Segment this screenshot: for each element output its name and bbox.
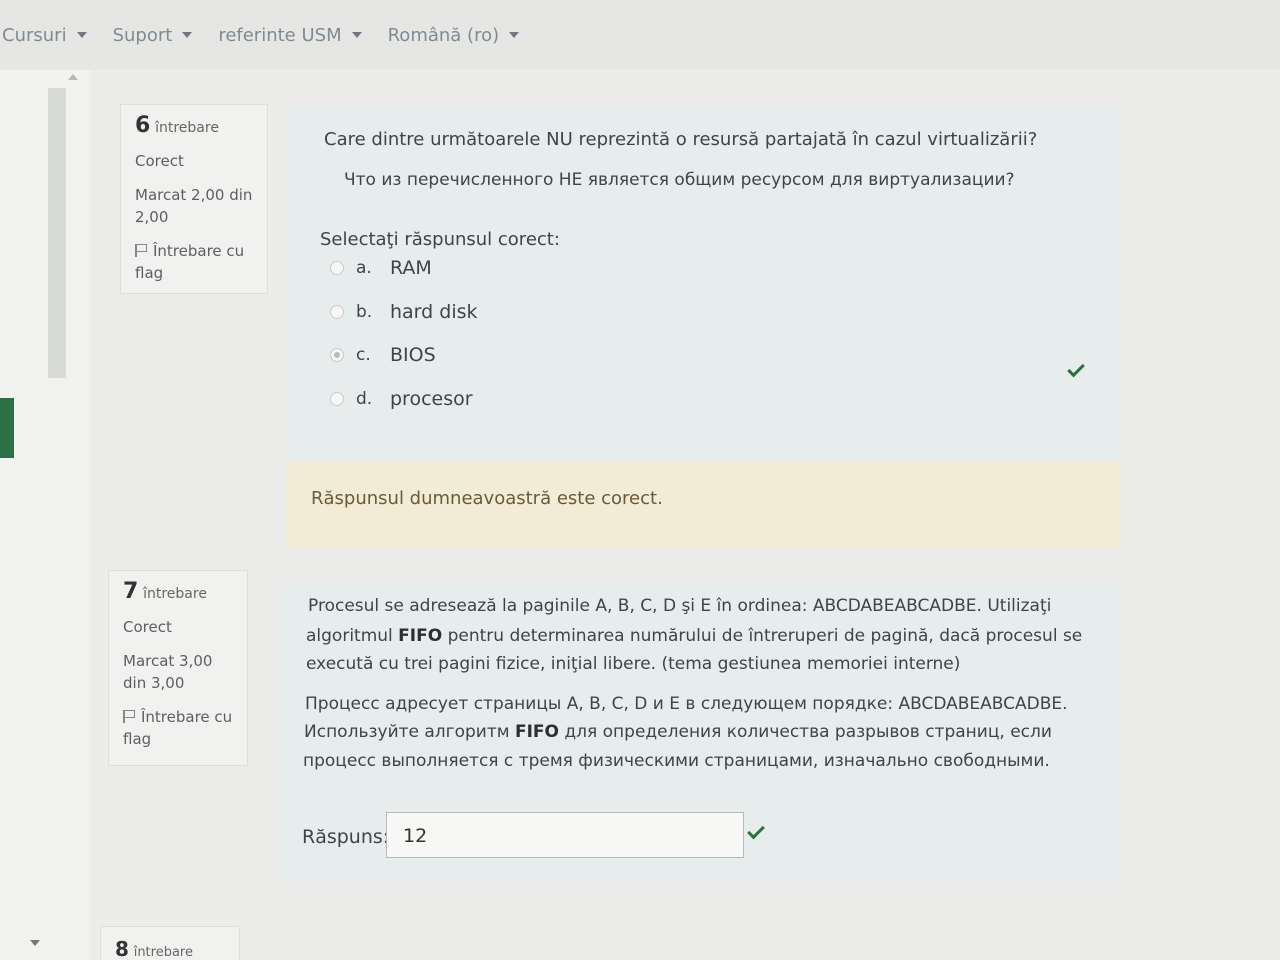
side-tab[interactable] [0, 398, 14, 458]
nav-label: Română (ro) [387, 24, 500, 46]
feedback-text: Răspunsul dumneavoastră este corect. [311, 488, 663, 509]
top-navigation: Cursuri Suport referinte USM Română (ro) [0, 0, 1280, 70]
flag-label: Întrebare cu flag [135, 242, 245, 282]
option-letter: a. [356, 258, 372, 278]
question-mark: Marcat 2,00 din 2,00 [135, 186, 253, 226]
nav-cursuri[interactable]: Cursuri [2, 25, 87, 46]
text-part: algoritmul [306, 626, 399, 646]
scroll-up-icon[interactable] [68, 74, 78, 80]
question-number: 7 [123, 579, 139, 604]
option-text: BIOS [390, 344, 436, 366]
flag-question-link[interactable]: Întrebare cu flag [123, 706, 233, 750]
flag-icon [123, 710, 135, 723]
caret-down-icon [509, 32, 520, 38]
question-status: Corect [123, 618, 172, 636]
scroll-down-icon[interactable] [30, 940, 40, 946]
question-text-ro-line2: algoritmul FIFO pentru determinarea numă… [306, 622, 1082, 650]
question-text-ru-line3: процесс выполняется с тремя физическими … [303, 751, 1050, 771]
radio-button[interactable] [330, 305, 344, 319]
question-text-ru-line2: Используйте алгоритм FIFO для определени… [304, 718, 1052, 746]
nav-label: referinte USM [218, 24, 342, 46]
feedback-box: Răspunsul dumneavoastră este corect. [285, 462, 1120, 548]
radio-button[interactable] [330, 392, 344, 406]
answer-label: Răspuns: [302, 826, 390, 848]
caret-down-icon [351, 32, 362, 38]
text-part: pentru determinarea numărului de întreru… [442, 626, 1083, 646]
scrollbar-thumb[interactable] [48, 88, 66, 378]
question-text-ro-line3: execută cu trei pagini fizice, iniţial l… [306, 654, 961, 674]
nav-label: Suport [112, 24, 173, 46]
caret-down-icon [182, 32, 193, 38]
question-text-ro: Care dintre următoarele NU reprezintă o … [324, 129, 1038, 150]
caret-down-icon [76, 32, 87, 38]
flag-label: Întrebare cu flag [123, 708, 233, 748]
question-label: întrebare [133, 945, 193, 960]
radio-button-selected[interactable] [330, 348, 344, 362]
text-part: Используйте алгоритм [304, 722, 515, 742]
option-text: hard disk [390, 301, 478, 323]
answer-value: 12 [403, 825, 428, 847]
nav-suport[interactable]: Suport [113, 25, 193, 46]
option-text: RAM [390, 257, 432, 279]
option-c[interactable]: c. BIOS [330, 344, 436, 366]
question-info-8: 8 întrebare [100, 926, 240, 960]
option-text: procesor [390, 388, 473, 410]
option-letter: b. [356, 302, 373, 322]
option-d[interactable]: d. procesor [330, 388, 473, 410]
text-bold: FIFO [514, 722, 559, 742]
text-part: для определения количества разрывов стра… [558, 722, 1052, 742]
question-status: Corect [135, 152, 184, 170]
question-number: 6 [135, 113, 151, 138]
answer-input[interactable]: 12 [386, 812, 744, 858]
question-label: întrebare [155, 120, 219, 136]
option-letter: c. [356, 345, 371, 365]
flag-icon [135, 244, 147, 257]
flag-question-link[interactable]: Întrebare cu flag [135, 240, 253, 284]
question-text-ru: Что из перечисленного НЕ является общим … [344, 170, 1015, 190]
nav-referinte[interactable]: referinte USM [218, 24, 362, 46]
option-b[interactable]: b. hard disk [330, 301, 478, 323]
nav-label: Cursuri [2, 24, 67, 46]
question-label: întrebare [143, 586, 207, 602]
left-rail [0, 70, 90, 960]
question-text-ro-line1: Procesul se adresează la paginile A, B, … [308, 596, 1052, 616]
option-letter: d. [356, 389, 373, 409]
question-text-ru-line1: Процесс адресует страницы A, B, C, D и E… [305, 694, 1068, 714]
question-number: 8 [115, 937, 129, 960]
nav-language[interactable]: Română (ro) [388, 25, 520, 46]
answer-prompt: Selectaţi răspunsul corect: [320, 229, 560, 250]
question-mark: Marcat 3,00 din 3,00 [123, 652, 213, 692]
radio-button[interactable] [330, 261, 344, 275]
text-bold: FIFO [398, 626, 443, 646]
question-info-7: 7 întrebare Corect Marcat 3,00 din 3,00 … [108, 570, 248, 766]
question-info-6: 6 întrebare Corect Marcat 2,00 din 2,00 … [120, 104, 268, 294]
option-a[interactable]: a. RAM [330, 257, 432, 279]
